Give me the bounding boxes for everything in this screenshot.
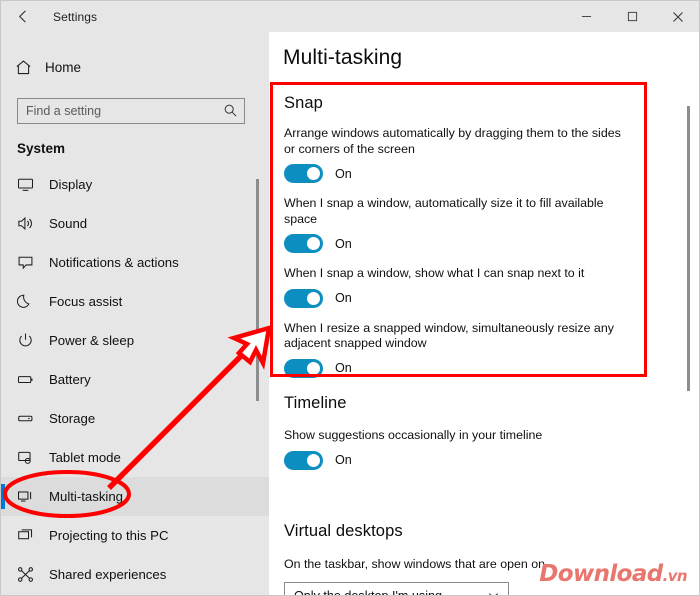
minimize-icon[interactable] <box>563 1 609 32</box>
timeline-setting: Show suggestions occasionally in your ti… <box>284 428 542 470</box>
sidebar-item-display[interactable]: Display <box>1 165 269 204</box>
sidebar-item-battery[interactable]: Battery <box>1 360 269 399</box>
toggle-knob <box>307 167 320 180</box>
setting-description: Arrange windows automatically by draggin… <box>284 126 621 156</box>
speaker-icon <box>17 215 49 232</box>
moon-icon <box>17 293 49 310</box>
chevron-down-icon <box>487 589 500 595</box>
snap-arrange-toggle[interactable] <box>284 164 323 183</box>
sidebar-item-notifications[interactable]: Notifications & actions <box>1 243 269 282</box>
setting-description: When I resize a snapped window, simultan… <box>284 320 614 351</box>
page-title: Multi-tasking <box>283 46 403 69</box>
sidebar-item-label: Multi-tasking <box>49 489 124 504</box>
sidebar-item-focus-assist[interactable]: Focus assist <box>1 282 269 321</box>
dropdown-value: Only the desktop I'm using <box>294 588 443 596</box>
project-icon <box>17 527 49 544</box>
toggle-knob <box>307 237 320 250</box>
taskbar-windows-dropdown[interactable]: Only the desktop I'm using <box>284 581 509 596</box>
sidebar-nav-list: Display Sound Notifications & actions Fo… <box>1 165 269 594</box>
toggle-knob <box>307 291 320 305</box>
sidebar-item-power-sleep[interactable]: Power & sleep <box>1 321 269 360</box>
sidebar-item-label: Sound <box>49 216 88 231</box>
watermark-name: Download <box>539 561 663 587</box>
virtual-desktops-section: Virtual desktops On the taskbar, show wi… <box>284 522 546 596</box>
sidebar-item-label: Power & sleep <box>49 333 135 348</box>
timeline-suggestions-toggle[interactable] <box>284 450 323 470</box>
toggle-row: On <box>284 234 647 253</box>
power-icon <box>17 332 49 349</box>
sidebar-home-label: Home <box>45 59 82 75</box>
toggle-state-label: On <box>335 291 352 305</box>
snap-setting-autosize: When I snap a window, automatically size… <box>284 196 647 253</box>
content-scrollbar[interactable] <box>687 106 690 391</box>
maximize-icon[interactable] <box>609 1 655 32</box>
window-titlebar: Settings <box>1 1 699 32</box>
snap-setting-resize-adjacent: When I resize a snapped window, simultan… <box>284 321 647 378</box>
sidebar-item-shared-experiences[interactable]: Shared experiences <box>1 555 269 594</box>
snap-show-next-toggle[interactable] <box>284 288 323 308</box>
multitasking-icon <box>17 488 49 505</box>
sidebar-scrollbar[interactable] <box>256 179 259 401</box>
window-title: Settings <box>53 9 98 24</box>
snap-resize-adjacent-toggle[interactable] <box>284 358 323 378</box>
sidebar-item-projecting[interactable]: Projecting to this PC <box>1 516 269 555</box>
sidebar-section-header: System <box>17 141 66 156</box>
sidebar-item-label: Projecting to this PC <box>49 528 169 543</box>
sidebar-item-label: Shared experiences <box>49 567 167 582</box>
sidebar-item-label: Focus assist <box>49 294 123 309</box>
home-icon <box>15 59 45 76</box>
sidebar-item-label: Storage <box>49 411 96 426</box>
sidebar: Home System Display <box>1 32 269 595</box>
snap-setting-show-next: When I snap a window, show what I can sn… <box>284 266 647 308</box>
sidebar-item-label: Display <box>49 177 93 192</box>
content-area: Multi-tasking Snap Arrange windows autom… <box>269 32 699 596</box>
tablet-icon <box>17 449 49 466</box>
sidebar-item-label: Battery <box>49 372 91 387</box>
search-input[interactable] <box>18 99 214 123</box>
toggle-state-label: On <box>335 361 352 375</box>
toggle-state-label: On <box>335 166 352 181</box>
toggle-row: On <box>284 358 647 378</box>
timeline-section: Timeline Show suggestions occasionally i… <box>284 394 542 470</box>
search-icon[interactable] <box>223 103 238 123</box>
toggle-row: On <box>284 288 647 308</box>
sidebar-item-tablet-mode[interactable]: Tablet mode <box>1 438 269 477</box>
monitor-icon <box>17 176 49 193</box>
snap-setting-arrange: Arrange windows automatically by draggin… <box>284 126 647 183</box>
watermark: Download.vn <box>539 561 687 587</box>
search-box[interactable] <box>17 98 245 124</box>
snap-section-title: Snap <box>284 94 323 112</box>
snap-autosize-toggle[interactable] <box>284 234 323 253</box>
toggle-row: On <box>284 450 542 470</box>
sidebar-item-home[interactable]: Home <box>1 47 269 87</box>
setting-description: Show suggestions occasionally in your ti… <box>284 428 543 442</box>
setting-description: On the taskbar, show windows that are op… <box>284 557 546 571</box>
sidebar-item-label: Notifications & actions <box>49 255 179 270</box>
timeline-section-title: Timeline <box>284 394 347 412</box>
setting-description: When I snap a window, automatically size… <box>284 196 604 226</box>
notification-icon <box>17 254 49 271</box>
settings-window: Settings Home Find a setting System Disp… <box>0 0 700 596</box>
sidebar-item-sound[interactable]: Sound <box>1 204 269 243</box>
battery-icon <box>17 371 49 388</box>
sidebar-item-multi-tasking[interactable]: Multi-tasking <box>1 477 269 516</box>
sidebar-item-storage[interactable]: Storage <box>1 399 269 438</box>
close-icon[interactable] <box>655 1 699 32</box>
toggle-state-label: On <box>335 236 352 251</box>
virtual-desktops-title: Virtual desktops <box>284 522 403 540</box>
storage-icon <box>17 410 49 427</box>
sidebar-item-label: Tablet mode <box>49 450 121 465</box>
share-icon <box>17 566 49 583</box>
watermark-tld: .vn <box>662 567 688 585</box>
setting-description: When I snap a window, show what I can sn… <box>284 266 585 280</box>
snap-section: Snap Arrange windows automatically by dr… <box>270 82 647 378</box>
toggle-knob <box>307 453 320 467</box>
back-arrow-icon[interactable] <box>1 1 45 32</box>
toggle-row: On <box>284 164 647 183</box>
toggle-state-label: On <box>335 453 352 467</box>
toggle-knob <box>307 361 320 375</box>
